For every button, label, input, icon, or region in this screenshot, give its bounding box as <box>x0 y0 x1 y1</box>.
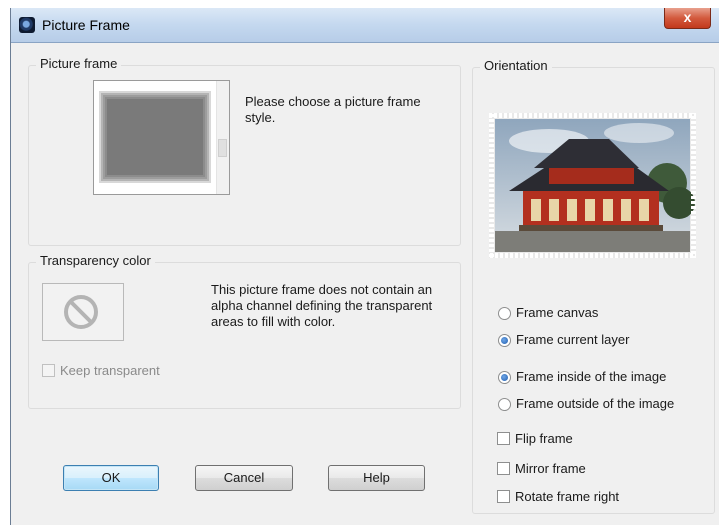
rotate-frame-right-checkbox[interactable] <box>497 490 510 503</box>
frame-outside-label[interactable]: Frame outside of the image <box>516 396 674 411</box>
picture-frame-legend: Picture frame <box>36 56 122 71</box>
help-button[interactable]: Help <box>328 465 425 491</box>
frame-current-layer-label[interactable]: Frame current layer <box>516 332 629 347</box>
frame-canvas-label[interactable]: Frame canvas <box>516 305 598 320</box>
orientation-legend: Orientation <box>480 58 552 73</box>
picture-frame-dialog: Picture Frame x Picture frame Please cho… <box>10 8 719 525</box>
frame-canvas-radio[interactable] <box>498 307 511 320</box>
keep-transparent-checkbox[interactable] <box>42 364 55 377</box>
frame-instruction: Please choose a picture frame style. <box>245 94 421 125</box>
rotate-frame-right-label[interactable]: Rotate frame right <box>515 489 619 504</box>
orientation-preview-image <box>489 113 696 258</box>
frame-current-layer-radio[interactable] <box>498 334 511 347</box>
transparency-legend: Transparency color <box>36 253 155 268</box>
frame-outside-radio[interactable] <box>498 398 511 411</box>
mirror-frame-label[interactable]: Mirror frame <box>515 461 586 476</box>
frame-list-scrollbar[interactable] <box>216 81 229 194</box>
frame-style-list[interactable] <box>93 80 230 195</box>
close-icon: x <box>683 9 692 25</box>
cancel-button[interactable]: Cancel <box>195 465 293 491</box>
ok-button[interactable]: OK <box>63 465 159 491</box>
frame-inside-label[interactable]: Frame inside of the image <box>516 369 666 384</box>
temple-photo-icon <box>489 113 696 258</box>
flip-frame-label[interactable]: Flip frame <box>515 431 573 446</box>
title-bar: Picture Frame x <box>11 8 719 43</box>
mirror-frame-checkbox[interactable] <box>497 462 510 475</box>
app-icon <box>19 17 35 33</box>
window-title: Picture Frame <box>42 17 130 33</box>
close-button[interactable]: x <box>664 8 711 29</box>
frame-style-thumbnail[interactable] <box>103 95 207 179</box>
transparency-color-swatch <box>42 283 124 341</box>
transparency-message: This picture frame does not contain an a… <box>211 282 433 329</box>
scrollbar-thumb[interactable] <box>218 139 227 157</box>
no-symbol-icon <box>64 295 98 329</box>
keep-transparent-label[interactable]: Keep transparent <box>60 363 160 378</box>
frame-inside-radio[interactable] <box>498 371 511 384</box>
flip-frame-checkbox[interactable] <box>497 432 510 445</box>
